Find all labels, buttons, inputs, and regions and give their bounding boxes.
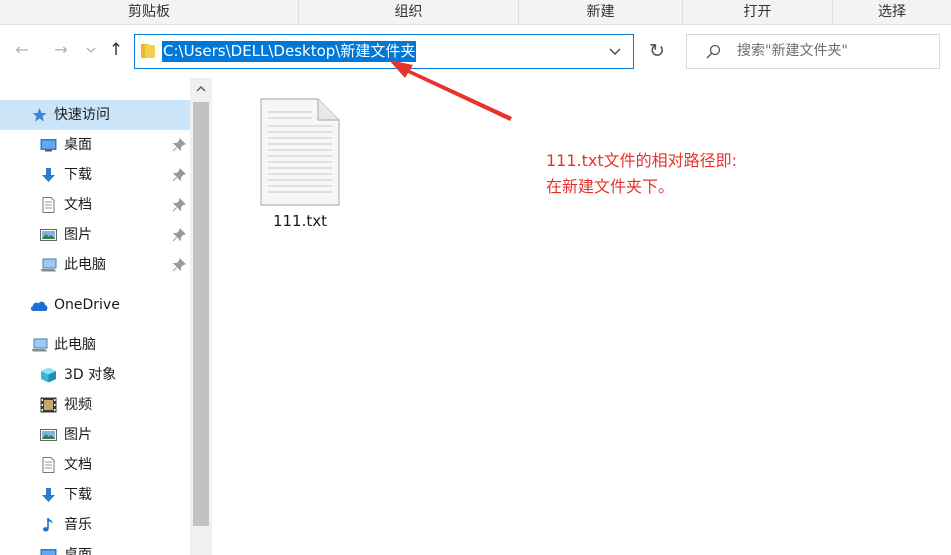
folder-icon (141, 44, 156, 58)
nav-item-label: 快速访问 (54, 107, 110, 123)
desktop-icon (40, 139, 57, 152)
ribbon-group-open: 打开 (682, 0, 832, 25)
computer-icon (40, 258, 57, 272)
pictures-icon (40, 229, 57, 241)
ribbon-group-clipboard: 剪贴板 (128, 4, 170, 20)
document-icon (42, 197, 55, 213)
pictures-icon (40, 429, 57, 441)
search-input[interactable]: 搜索"新建文件夹" (737, 35, 848, 68)
nav-item-label: 3D 对象 (64, 367, 117, 383)
scroll-up-icon[interactable] (190, 78, 212, 100)
star-icon (32, 108, 47, 122)
annotation-line-1: 111.txt文件的相对路径即: (546, 151, 738, 170)
nav-item-label: 文档 (64, 197, 92, 213)
nav-item-downloads-pc[interactable]: 下载 (0, 480, 190, 510)
ribbon-group-organize: 组织 (298, 0, 518, 25)
refresh-icon: ↻ (649, 40, 665, 62)
nav-item-label: 此电脑 (64, 257, 106, 273)
search-icon (706, 44, 721, 59)
chevron-down-icon (86, 47, 96, 53)
ribbon-group-new: 新建 (518, 0, 682, 25)
file-name[interactable]: 111.txt (252, 212, 348, 230)
navigation-pane: 快速访问 桌面 下载 文档 图片 此电脑 OneDrive 此电脑 3D 对象 (0, 78, 212, 555)
nav-item-this-pc[interactable]: 此电脑 (0, 330, 190, 360)
forward-button[interactable]: → (50, 39, 72, 61)
nav-item-documents-pc[interactable]: 文档 (0, 450, 190, 480)
pin-icon[interactable] (172, 168, 186, 182)
nav-item-quick-access[interactable]: 快速访问 (0, 100, 190, 130)
desktop-icon (40, 549, 57, 555)
arrow-left-icon: ← (15, 40, 29, 59)
address-bar[interactable]: C:\Users\DELL\Desktop\新建文件夹 (134, 34, 634, 69)
cloud-icon (30, 301, 48, 311)
refresh-button[interactable]: ↻ (642, 34, 672, 69)
arrow-right-icon: → (54, 40, 68, 59)
nav-item-pictures[interactable]: 图片 (0, 220, 190, 250)
nav-item-label: 下载 (64, 167, 92, 183)
annotation-line-2: 在新建文件夹下。 (546, 177, 675, 196)
nav-item-downloads[interactable]: 下载 (0, 160, 190, 190)
download-icon (42, 488, 55, 502)
nav-item-label: 音乐 (64, 517, 92, 533)
nav-item-label: 此电脑 (54, 337, 96, 353)
up-button[interactable]: ↑ (105, 39, 127, 61)
nav-item-label: 桌面 (64, 547, 92, 555)
nav-item-label: OneDrive (54, 297, 120, 313)
nav-item-this-pc-quick[interactable]: 此电脑 (0, 250, 190, 280)
nav-item-label: 视频 (64, 397, 92, 413)
nav-scrollbar[interactable] (190, 78, 212, 555)
address-path[interactable]: C:\Users\DELL\Desktop\新建文件夹 (162, 41, 417, 62)
nav-item-label: 下载 (64, 487, 92, 503)
nav-item-desktop-pc[interactable]: 桌面 (0, 540, 190, 555)
nav-item-label: 文档 (64, 457, 92, 473)
pin-icon[interactable] (172, 258, 186, 272)
nav-item-desktop[interactable]: 桌面 (0, 130, 190, 160)
download-icon (42, 168, 55, 182)
nav-item-music[interactable]: 音乐 (0, 510, 190, 540)
ribbon-group-select: 选择 (832, 0, 951, 25)
back-button[interactable]: ← (11, 39, 33, 61)
search-box[interactable]: 搜索"新建文件夹" (686, 34, 940, 69)
recent-locations-button[interactable] (82, 39, 100, 61)
nav-item-onedrive[interactable]: OneDrive (0, 290, 190, 320)
music-icon (43, 518, 53, 532)
nav-item-videos[interactable]: 视频 (0, 390, 190, 420)
nav-item-documents[interactable]: 文档 (0, 190, 190, 220)
nav-item-3d-objects[interactable]: 3D 对象 (0, 360, 190, 390)
scrollbar-thumb[interactable] (193, 102, 209, 526)
pin-icon[interactable] (172, 228, 186, 242)
ribbon-group-bar: 剪贴板 组织 新建 打开 选择 (0, 0, 951, 25)
annotation-text: 111.txt文件的相对路径即: 在新建文件夹下。 (546, 148, 737, 200)
nav-item-pictures-pc[interactable]: 图片 (0, 420, 190, 450)
pin-icon[interactable] (172, 198, 186, 212)
video-icon (40, 397, 57, 413)
arrow-up-icon: ↑ (108, 40, 124, 60)
nav-item-label: 桌面 (64, 137, 92, 153)
nav-item-label: 图片 (64, 227, 92, 243)
address-toolbar: ← → ↑ C:\Users\DELL\Desktop\新建文件夹 ↻ 搜索"新… (0, 25, 951, 75)
pin-icon[interactable] (172, 138, 186, 152)
document-icon (42, 457, 55, 473)
chevron-down-icon[interactable] (607, 43, 623, 59)
cube-icon (41, 367, 56, 383)
computer-icon (31, 338, 48, 352)
text-file-icon (260, 98, 340, 206)
nav-item-label: 图片 (64, 427, 92, 443)
